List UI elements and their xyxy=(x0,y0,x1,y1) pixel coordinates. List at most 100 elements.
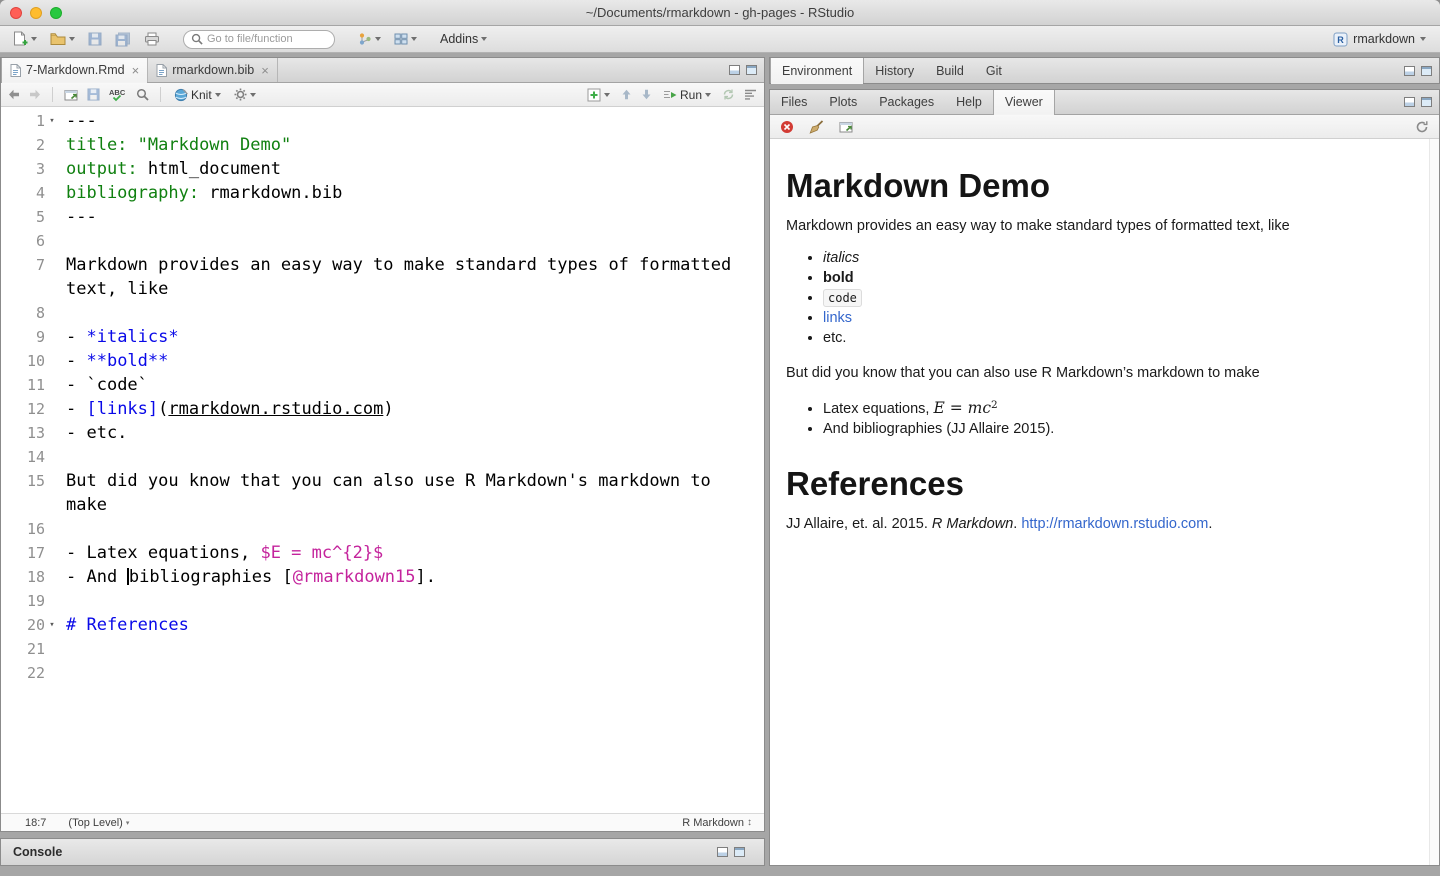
editor-row[interactable]: 16 xyxy=(1,517,764,541)
broom-icon[interactable] xyxy=(809,120,824,134)
tab-packages[interactable]: Packages xyxy=(868,90,945,114)
pane-layout-button[interactable] xyxy=(392,31,419,47)
editor-row[interactable]: 19 xyxy=(1,589,764,613)
minimize-pane-icon[interactable] xyxy=(717,847,728,857)
tab-build[interactable]: Build xyxy=(925,58,975,83)
back-icon[interactable] xyxy=(8,89,20,100)
editor-row[interactable]: 3output: html_document xyxy=(1,157,764,181)
console-header[interactable]: Console xyxy=(1,839,764,865)
editor-row[interactable]: 13- etc. xyxy=(1,421,764,445)
editor-row[interactable]: 20▾# References xyxy=(1,613,764,637)
tab-files[interactable]: Files xyxy=(770,90,818,114)
line-number: 11 xyxy=(1,373,59,397)
editor-row[interactable]: 6 xyxy=(1,229,764,253)
open-file-icon xyxy=(50,33,66,45)
editor-row[interactable]: 1▾--- xyxy=(1,109,764,133)
chunk-up-icon[interactable] xyxy=(621,89,632,100)
run-button[interactable]: Run xyxy=(661,86,713,104)
link[interactable]: links xyxy=(823,310,852,326)
editor-row[interactable]: 10- **bold** xyxy=(1,349,764,373)
fold-arrow-icon xyxy=(45,229,59,253)
code-editor[interactable]: 1▾---2title: "Markdown Demo"3output: htm… xyxy=(1,107,764,813)
popout-icon[interactable] xyxy=(64,89,78,101)
run-icon xyxy=(663,89,677,101)
viewer-references-title: References xyxy=(786,465,1399,503)
close-icon[interactable]: × xyxy=(261,64,269,77)
addins-button[interactable]: Addins xyxy=(438,30,489,48)
settings-button[interactable] xyxy=(232,86,258,103)
close-icon[interactable] xyxy=(10,7,22,19)
open-file-button[interactable] xyxy=(48,31,77,47)
maximize-pane-icon[interactable] xyxy=(734,847,745,857)
editor-row[interactable]: 11- `code` xyxy=(1,373,764,397)
maximize-pane-icon[interactable] xyxy=(1421,66,1432,76)
editor-row[interactable]: 22 xyxy=(1,661,764,685)
scope-selector[interactable]: (Top Level) ▾ xyxy=(68,817,129,829)
editor-row[interactable]: 8 xyxy=(1,301,764,325)
new-file-button[interactable] xyxy=(10,29,39,49)
goto-file-input[interactable] xyxy=(207,33,319,45)
tab-help[interactable]: Help xyxy=(945,90,993,114)
editor-row[interactable]: 7Markdown provides an easy way to make s… xyxy=(1,253,764,277)
fold-arrow-icon xyxy=(45,637,59,661)
editor-row[interactable]: 17- Latex equations, $E = mc^{2}$ xyxy=(1,541,764,565)
close-icon[interactable]: × xyxy=(132,64,140,77)
search-icon[interactable] xyxy=(136,88,149,101)
save-all-button[interactable] xyxy=(113,30,133,49)
rerun-icon[interactable] xyxy=(722,88,735,101)
knit-label: Knit xyxy=(191,88,212,102)
titlebar: ~/Documents/rmarkdown - gh-pages - RStud… xyxy=(0,0,1440,26)
save-button[interactable] xyxy=(86,30,104,48)
forward-icon[interactable] xyxy=(29,89,41,100)
addins-label: Addins xyxy=(440,32,478,46)
clear-viewer-icon[interactable] xyxy=(780,120,794,134)
popout-icon[interactable] xyxy=(839,121,853,133)
spellcheck-icon[interactable]: ABC xyxy=(109,88,127,102)
viewer-list-2: Latex equations, E = mc2And bibliographi… xyxy=(786,395,1399,439)
fold-arrow-icon xyxy=(45,493,59,517)
maximize-pane-icon[interactable] xyxy=(1421,97,1432,107)
link[interactable]: http://rmarkdown.rstudio.com xyxy=(1021,516,1208,532)
source-tab[interactable]: 7-Markdown.Rmd× xyxy=(1,58,148,82)
editor-row[interactable]: 18- And bibliographies [@rmarkdown15]. xyxy=(1,565,764,589)
outline-icon[interactable] xyxy=(744,89,757,100)
maximize-pane-icon[interactable] xyxy=(746,65,757,75)
editor-row[interactable]: 14 xyxy=(1,445,764,469)
zoom-icon[interactable] xyxy=(50,7,62,19)
minimize-pane-icon[interactable] xyxy=(1404,66,1415,76)
editor-row[interactable]: 9- *italics* xyxy=(1,325,764,349)
fold-arrow-icon xyxy=(45,541,59,565)
editor-row[interactable]: 4bibliography: rmarkdown.bib xyxy=(1,181,764,205)
save-icon[interactable] xyxy=(87,88,100,101)
tab-history[interactable]: History xyxy=(864,58,925,83)
editor-row[interactable]: 15But did you know that you can also use… xyxy=(1,469,764,493)
chunk-down-icon[interactable] xyxy=(641,89,652,100)
refresh-icon[interactable] xyxy=(1415,120,1429,134)
editor-row[interactable]: 2title: "Markdown Demo" xyxy=(1,133,764,157)
editor-row[interactable]: 12- [links](rmarkdown.rstudio.com) xyxy=(1,397,764,421)
knit-button[interactable]: Knit xyxy=(172,86,223,104)
minimize-icon[interactable] xyxy=(30,7,42,19)
project-selector[interactable]: R rmarkdown xyxy=(1331,30,1430,49)
viewer-scrollbar[interactable] xyxy=(1429,139,1439,865)
fold-arrow-icon[interactable]: ▾ xyxy=(45,613,59,637)
editor-row[interactable]: make xyxy=(1,493,764,517)
fold-arrow-icon[interactable]: ▾ xyxy=(45,109,59,133)
source-tab[interactable]: rmarkdown.bib× xyxy=(148,58,278,82)
tab-git[interactable]: Git xyxy=(975,58,1013,83)
svg-text:ABC: ABC xyxy=(109,88,126,97)
editor-row[interactable]: 5--- xyxy=(1,205,764,229)
tab-viewer[interactable]: Viewer xyxy=(993,90,1055,114)
goto-file-search[interactable] xyxy=(183,30,335,49)
doc-format-selector[interactable]: R Markdown ↕ xyxy=(682,817,752,829)
editor-row[interactable]: text, like xyxy=(1,277,764,301)
editor-row[interactable]: 21 xyxy=(1,637,764,661)
tab-plots[interactable]: Plots xyxy=(818,90,868,114)
insert-chunk-button[interactable] xyxy=(585,86,612,104)
minimize-pane-icon[interactable] xyxy=(1404,97,1415,107)
print-button[interactable] xyxy=(142,30,162,48)
fold-arrow-icon xyxy=(45,277,59,301)
minimize-pane-icon[interactable] xyxy=(729,65,740,75)
tab-environment[interactable]: Environment xyxy=(770,58,864,83)
version-control-button[interactable] xyxy=(356,30,383,48)
